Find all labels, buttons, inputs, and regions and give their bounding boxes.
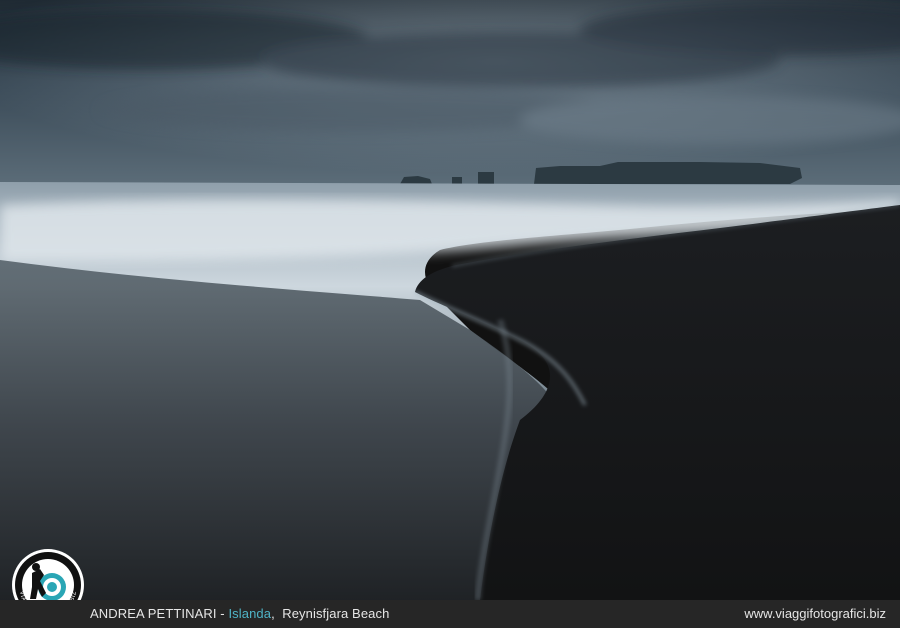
caption-comma: ,: [271, 606, 275, 621]
caption-bar: ANDREA PETTINARI - Islanda, Reynisfjara …: [0, 600, 900, 628]
photo-caption: ANDREA PETTINARI - Islanda, Reynisfjara …: [90, 600, 389, 628]
location-country: Islanda: [228, 606, 272, 621]
location-place: Reynisfjara Beach: [282, 606, 390, 621]
photo-frame: VIAGGIFOTOGRAFICI.BIZ ANDREA PETTINARI -…: [0, 0, 900, 628]
author-name: ANDREA PETTINARI: [90, 606, 217, 621]
landscape-photo: [0, 0, 900, 600]
caption-separator: -: [216, 606, 229, 621]
website-link[interactable]: www.viaggifotografici.biz: [744, 600, 886, 628]
